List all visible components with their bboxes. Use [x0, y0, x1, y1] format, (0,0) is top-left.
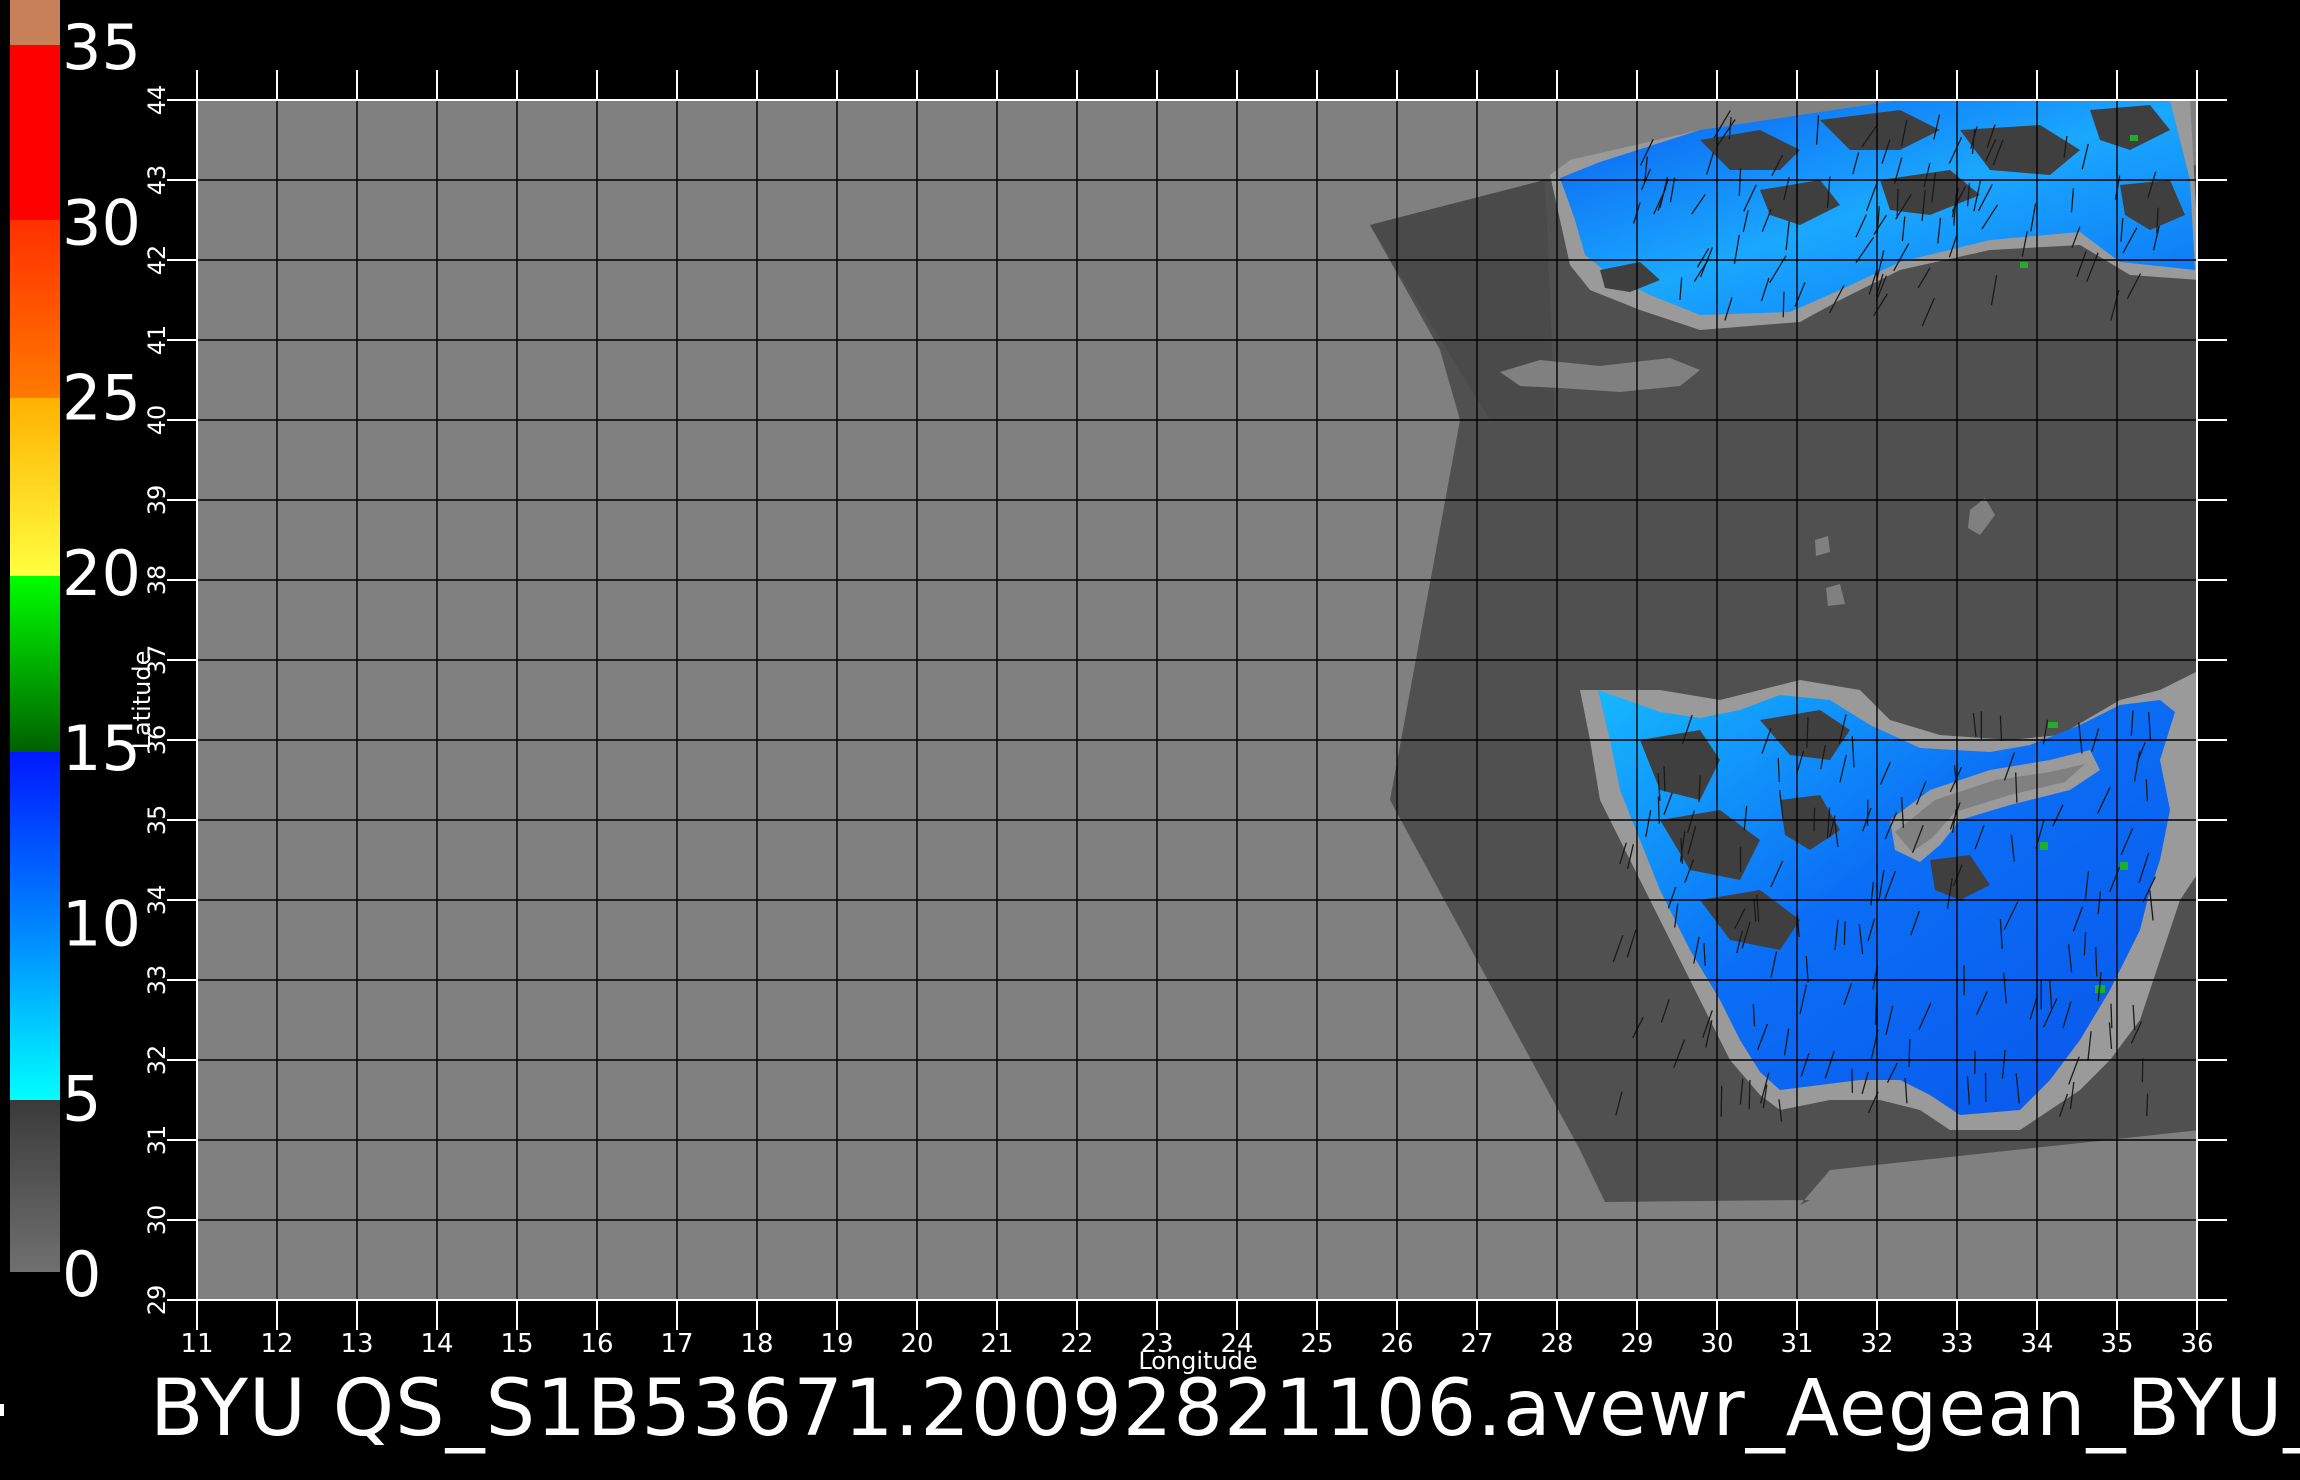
y-tick-label: 42 [143, 245, 171, 276]
colorbar-tick-label: 10 [62, 887, 141, 960]
colorbar-tick-label: 35 [62, 11, 141, 84]
x-tick-label: 19 [820, 1329, 853, 1359]
wind-barb [1663, 766, 1666, 792]
x-tick-label: 28 [1540, 1329, 1573, 1359]
x-tick-label: 33 [1940, 1329, 1973, 1359]
y-tick-label: 35 [143, 805, 171, 836]
wind-barb [1851, 1069, 1854, 1093]
x-tick-label: 15 [500, 1329, 533, 1359]
map-figure: 0 5 10 15 20 25 30 35 11 12 13 14 15 16 17 18 1… [10, 0, 2227, 1375]
y-tick-label: 44 [143, 85, 171, 116]
wind-barb [1720, 1085, 1723, 1117]
y-tick-label: 32 [143, 1045, 171, 1076]
x-tick-label: 12 [260, 1329, 293, 1359]
x-tick-label: 14 [420, 1329, 453, 1359]
x-tick-label: 34 [2020, 1329, 2053, 1359]
colorbar-segment-15-20 [10, 576, 60, 752]
colorbar-tick-label: 5 [62, 1063, 101, 1136]
colorbar: 05101520253035 [10, 0, 141, 1311]
colorbar-tick-label: 25 [62, 362, 141, 435]
y-tick-label: 30 [143, 1205, 171, 1236]
wind-barb [1908, 1038, 1911, 1067]
colorbar-segment-25-30 [10, 220, 60, 398]
x-tick-label: 30 [1700, 1329, 1733, 1359]
wind-barb [1843, 921, 1846, 945]
x-tick-label: 18 [740, 1329, 773, 1359]
colorbar-segment-0-5 [10, 1100, 60, 1272]
x-tick-label: 29 [1620, 1329, 1653, 1359]
colorbar-segment-35-plus [10, 0, 60, 45]
plot-area: 11 12 13 14 15 16 17 18 19 20 21 22 23 24 25 26 27 28 29 30… [128, 70, 2227, 1375]
x-tick-label: 27 [1460, 1329, 1493, 1359]
x-tick-label: 11 [180, 1329, 213, 1359]
colorbar-tick-label: 0 [62, 1238, 101, 1311]
x-tick-label: 32 [1860, 1329, 1893, 1359]
x-tick-label: 35 [2100, 1329, 2133, 1359]
x-tick-label: 36 [2180, 1329, 2213, 1359]
wind-barb [1748, 1079, 1751, 1110]
colorbar-tick-label: 30 [62, 186, 141, 259]
y-axis-label: Latitude [128, 651, 156, 750]
y-tick-label: 34 [143, 885, 171, 916]
colorbar-segment-5-15 [10, 752, 60, 1100]
x-tick-label: 16 [580, 1329, 613, 1359]
x-tick-label: 21 [980, 1329, 1013, 1359]
wind-barb [2146, 1093, 2149, 1117]
x-tick-label: 31 [1780, 1329, 1813, 1359]
figure-title: BYU QS_S1B53671.20092821106.avewr_Aegean… [150, 1364, 2300, 1454]
y-tick-label: 31 [143, 1125, 171, 1156]
y-tick-label: 40 [143, 405, 171, 436]
left-edge-marker [0, 1404, 4, 1416]
x-tick-label: 22 [1060, 1329, 1093, 1359]
x-tick-label: 20 [900, 1329, 933, 1359]
y-tick-label: 29 [143, 1285, 171, 1316]
x-tick-label: 17 [660, 1329, 693, 1359]
colorbar-tick-label: 20 [62, 537, 141, 610]
x-tick-label: 25 [1300, 1329, 1333, 1359]
y-tick-label: 41 [143, 325, 171, 356]
colorbar-segment-30-35 [10, 45, 60, 220]
wind-barb [2110, 1003, 2113, 1029]
colorbar-segment-20-25 [10, 398, 60, 576]
y-tick-label: 43 [143, 165, 171, 196]
y-tick-label: 33 [143, 965, 171, 996]
y-tick-label: 38 [143, 565, 171, 596]
x-tick-label: 13 [340, 1329, 373, 1359]
wind-barb [1782, 291, 1785, 318]
x-tick-label: 26 [1380, 1329, 1413, 1359]
y-tick-label: 39 [143, 485, 171, 516]
